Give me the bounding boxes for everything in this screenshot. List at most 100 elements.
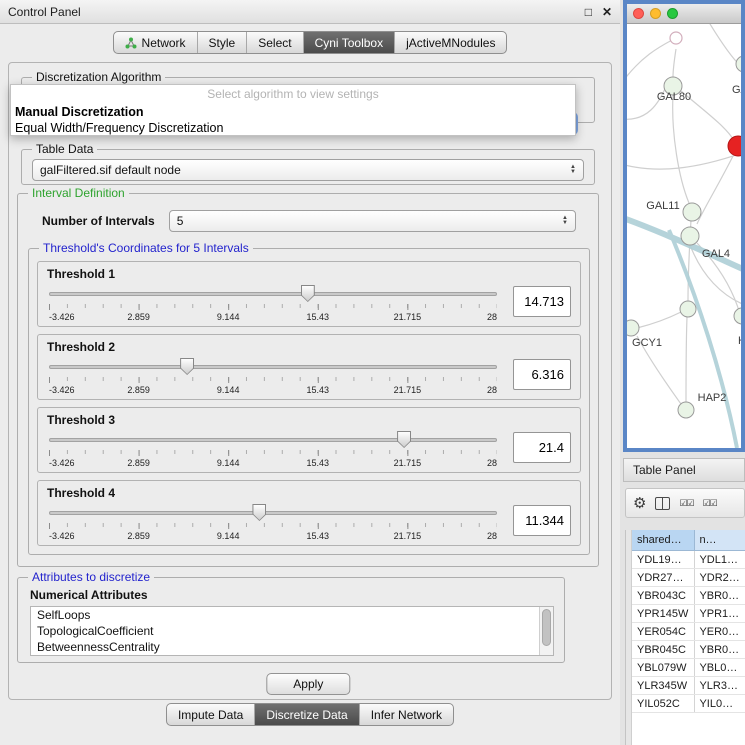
node-label-gal4: GAL4 <box>702 248 730 260</box>
float-window-icon[interactable]: □ <box>585 5 592 19</box>
tab-impute-data[interactable]: Impute Data <box>167 704 254 725</box>
table-cell[interactable]: YDR27… <box>632 569 695 586</box>
slider-scale: -3.426 2.859 9.144 15.43 21.715 28 <box>49 385 497 396</box>
tab-style[interactable]: Style <box>197 32 247 53</box>
list-item[interactable]: SelfLoops <box>31 607 553 623</box>
tab-discretize-data[interactable]: Discretize Data <box>254 704 358 725</box>
network-graph: GAL80 GAL11 GAL4 GCY1 HAP2 GA H <box>627 24 741 448</box>
slider-track[interactable] <box>49 292 497 296</box>
network-node-gal11[interactable] <box>683 203 701 221</box>
table-row[interactable]: YIL052C YIL0… <box>632 695 745 713</box>
table-row[interactable]: YBR043C YBR0… <box>632 587 745 605</box>
table-row[interactable]: YBR045C YBR0… <box>632 641 745 659</box>
tab-jactivemnodules[interactable]: jActiveMNodules <box>394 32 506 53</box>
tab-infer-network[interactable]: Infer Network <box>359 704 453 725</box>
threshold-slider[interactable]: -3.426 2.859 9.144 15.43 21.715 28 <box>47 429 499 471</box>
apply-button[interactable]: Apply <box>266 673 350 695</box>
threshold-box-1: Threshold 1 -3.426 2.859 9.144 1 <box>37 261 581 327</box>
list-item[interactable]: TopologicalCoefficient <box>31 623 553 639</box>
network-node[interactable] <box>736 56 741 72</box>
scrollbar-thumb[interactable] <box>542 609 551 646</box>
dropdown-option-equal-width-frequency[interactable]: Equal Width/Frequency Discretization <box>11 120 575 136</box>
table-row[interactable]: YPR145W YPR1… <box>632 605 745 623</box>
table-cell[interactable]: YIL052C <box>632 695 695 712</box>
network-node[interactable] <box>734 308 741 324</box>
network-node-hap2[interactable] <box>678 402 694 418</box>
slider-knob[interactable] <box>397 431 411 448</box>
table-cell[interactable]: YLR345W <box>632 677 695 694</box>
window-minimize-light[interactable] <box>650 8 661 19</box>
threshold-slider[interactable]: -3.426 2.859 9.144 15.43 21.715 28 <box>47 502 499 544</box>
table-cell[interactable]: YBL079W <box>632 659 695 676</box>
attributes-scrollbar[interactable] <box>539 607 553 655</box>
network-node-selected-red[interactable] <box>728 136 741 156</box>
gear-icon[interactable]: ⚙ <box>633 496 646 511</box>
threshold-value-field[interactable]: 6.316 <box>513 359 571 390</box>
table-row[interactable]: YER054C YER0… <box>632 623 745 641</box>
table-row[interactable]: YDR27… YDR2… <box>632 569 745 587</box>
threshold-value-field[interactable]: 11.344 <box>513 505 571 536</box>
network-node[interactable] <box>680 301 696 317</box>
table-cell[interactable]: YPR1… <box>695 605 745 622</box>
network-node-gcy1[interactable] <box>627 320 639 336</box>
threshold-slider[interactable]: -3.426 2.859 9.144 15.43 21.715 28 <box>47 283 499 325</box>
threshold-slider[interactable]: -3.426 2.859 9.144 15.43 21.715 28 <box>47 356 499 398</box>
table-cell[interactable]: YDL19… <box>632 551 695 568</box>
table-cell[interactable]: YIL0… <box>695 695 745 712</box>
number-of-intervals-label: Number of Intervals <box>42 214 155 228</box>
slider-knob[interactable] <box>252 504 266 521</box>
checkbox-group-icon[interactable]: ☑☑ <box>679 498 693 509</box>
tab-label: Discretize Data <box>266 708 347 722</box>
slider-knob[interactable] <box>301 285 315 302</box>
slider-knob[interactable] <box>180 358 194 375</box>
network-view-window: GAL80 GAL11 GAL4 GCY1 HAP2 GA H <box>623 0 745 452</box>
network-node-gal4[interactable] <box>681 227 699 245</box>
slider-scale: -3.426 2.859 9.144 15.43 21.715 28 <box>49 531 497 542</box>
spinner-down-icon: ▼ <box>570 170 576 175</box>
interval-definition-group: Interval Definition Number of Intervals … <box>17 193 599 567</box>
scale-label: 21.715 <box>394 312 422 322</box>
slider-track[interactable] <box>49 365 497 369</box>
table-data-combo[interactable]: galFiltered.sif default node ▲ ▼ <box>32 159 584 181</box>
columns-icon[interactable] <box>655 497 670 510</box>
slider-track[interactable] <box>49 438 497 442</box>
scale-label: 15.43 <box>307 458 330 468</box>
column-header-shared-name[interactable]: shared… <box>632 530 695 550</box>
slider-track[interactable] <box>49 511 497 515</box>
column-header-name[interactable]: n… <box>695 530 745 550</box>
table-cell[interactable]: YBL0… <box>695 659 745 676</box>
table-cell[interactable]: YER054C <box>632 623 695 640</box>
number-of-intervals-combo[interactable]: 5 ▲ ▼ <box>169 210 576 232</box>
tab-network[interactable]: Network <box>114 32 197 53</box>
top-tab-row: Network Style Select Cyni Toolbox jActiv… <box>0 31 620 54</box>
checkbox-group-icon[interactable]: ☑☑ <box>703 498 717 509</box>
window-close-light[interactable] <box>633 8 644 19</box>
table-row[interactable]: YBL079W YBL0… <box>632 659 745 677</box>
tab-cyni-toolbox[interactable]: Cyni Toolbox <box>303 32 394 53</box>
dropdown-option-manual-discretization[interactable]: Manual Discretization <box>11 104 575 120</box>
table-row[interactable]: YDL19… YDL1… <box>632 551 745 569</box>
close-panel-icon[interactable]: ✕ <box>602 5 612 19</box>
scale-label: 2.859 <box>127 458 150 468</box>
window-zoom-light[interactable] <box>667 8 678 19</box>
table-cell[interactable]: YPR145W <box>632 605 695 622</box>
table-cell[interactable]: YLR3… <box>695 677 745 694</box>
tab-select[interactable]: Select <box>246 32 302 53</box>
threshold-value-field[interactable]: 14.713 <box>513 286 571 317</box>
table-cell[interactable]: YDR2… <box>695 569 745 586</box>
table-cell[interactable]: YBR0… <box>695 641 745 658</box>
network-canvas[interactable]: GAL80 GAL11 GAL4 GCY1 HAP2 GA H <box>627 24 741 448</box>
table-cell[interactable]: YBR043C <box>632 587 695 604</box>
network-window-titlebar[interactable] <box>627 4 741 24</box>
table-cell[interactable]: YBR0… <box>695 587 745 604</box>
table-cell[interactable]: YBR045C <box>632 641 695 658</box>
scale-label: 28 <box>487 385 497 395</box>
number-of-intervals-value: 5 <box>177 214 184 228</box>
list-item[interactable]: BetweennessCentrality <box>31 639 553 655</box>
scale-label: 2.859 <box>127 531 150 541</box>
threshold-value-field[interactable]: 21.4 <box>513 432 571 463</box>
table-cell[interactable]: YDL1… <box>695 551 745 568</box>
table-cell[interactable]: YER0… <box>695 623 745 640</box>
network-node[interactable] <box>670 32 682 44</box>
table-row[interactable]: YLR345W YLR3… <box>632 677 745 695</box>
